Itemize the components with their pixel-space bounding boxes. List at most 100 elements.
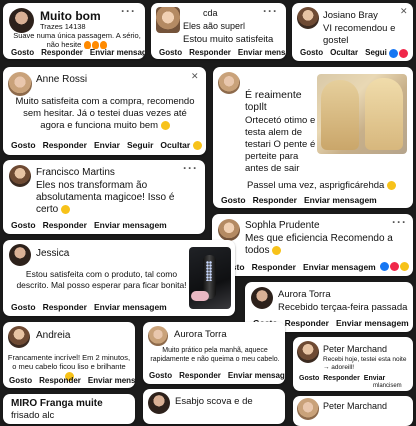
send-message-button[interactable]: Enviar mensagem [94, 220, 167, 230]
cool-emoji-icon [272, 245, 282, 255]
review-photo[interactable] [317, 74, 407, 154]
avatar[interactable] [9, 165, 31, 187]
smile-emoji-icon [386, 180, 396, 190]
like-button[interactable]: Gosto [159, 48, 182, 57]
reply-button[interactable]: Responder [43, 220, 87, 230]
reply-button[interactable]: Responder [323, 375, 360, 382]
avatar[interactable] [148, 392, 170, 414]
avatar[interactable] [218, 219, 240, 241]
comment-author[interactable]: Esabjo scova e de [175, 396, 253, 407]
send-message-button[interactable]: Enviar mensagem [88, 376, 135, 385]
reply-button[interactable]: Responder [39, 376, 81, 385]
reply-button[interactable]: Responder [252, 262, 296, 272]
comment-text: Passel uma vez, asprigficárehda [247, 180, 396, 191]
send-message-button[interactable]: Enviar mensagem [238, 48, 286, 57]
more-options-icon[interactable]: ··· [263, 4, 278, 18]
comment-author[interactable]: Sophla Prudente [245, 220, 320, 231]
more-options-icon[interactable]: ··· [392, 215, 407, 229]
reply-button[interactable]: Responder [43, 140, 87, 150]
send-message-label[interactable]: mlancisem [373, 383, 402, 389]
reply-button[interactable]: Responder [285, 318, 329, 328]
comment-card-aurora-torra-2: Aurora Torra Muito prático pela manhã, a… [143, 322, 285, 384]
comment-text: Ortecetó otimo e testa alem de testari O… [245, 115, 316, 174]
comment-card-peter-marchand: Peter Marchand Recebi hoje, testei esta … [293, 337, 413, 391]
comment-actions: Gosto Responder Enviar mensagem [11, 302, 167, 312]
reactions[interactable] [380, 262, 409, 271]
comment-actions: Gosto Responder Enviar mensagem [221, 195, 377, 205]
comment-actions: Gosto Ocultar Segui [300, 48, 387, 57]
more-options-icon[interactable]: ··· [121, 4, 136, 18]
avatar[interactable] [297, 398, 319, 420]
avatar[interactable] [9, 244, 31, 266]
more-options-icon[interactable]: ··· [183, 161, 198, 175]
comment-author[interactable]: Francisco Martins [36, 167, 115, 178]
comment-author[interactable]: Peter Marchand [323, 401, 387, 411]
hide-button[interactable]: Ocultar [330, 48, 358, 57]
comment-text: Estou satisfeita com o produto, tal como… [16, 269, 187, 290]
send-message-button[interactable]: Enviar mensagem [90, 48, 145, 57]
reply-button[interactable]: Responder [41, 48, 83, 57]
send-message-button[interactable]: Enviar mensagem [336, 318, 409, 328]
comment-author[interactable]: Peter Marchand [323, 344, 387, 354]
comment-text: Muito prático pela manhã, aquece rapidam… [150, 347, 280, 363]
comment-author[interactable]: Jessica [36, 248, 69, 259]
like-button[interactable]: Gosto [11, 140, 36, 150]
comment-author[interactable]: Andreia [36, 330, 70, 341]
product-photo[interactable] [189, 247, 231, 309]
avatar[interactable] [148, 326, 168, 346]
comment-card-josiano: Josiano Bray ✕ VI recomendou e gostel Go… [292, 3, 413, 61]
like-button[interactable]: Gosto [221, 195, 246, 205]
comment-author[interactable]: Anne Rossi [36, 74, 87, 85]
reply-button[interactable]: Responder [253, 195, 297, 205]
like-button[interactable]: Gosto [11, 302, 36, 312]
send-button[interactable]: Enviar [94, 140, 120, 150]
follow-button[interactable]: Segui [365, 48, 387, 57]
avatar[interactable] [297, 7, 319, 29]
hair-photo-half-left [321, 80, 359, 150]
send-message-button[interactable]: Enviar mensagem [94, 302, 167, 312]
close-icon[interactable]: ✕ [400, 6, 408, 17]
like-button[interactable]: Gosto [11, 220, 36, 230]
comment-text: É reaimente [245, 89, 302, 101]
comment-card-miro: MIRO Franga muite frisado alc [3, 394, 135, 424]
comment-author[interactable]: cda [203, 8, 218, 18]
send-message-button[interactable]: Enviar mensagem [304, 195, 377, 205]
comment-actions: Gosto Responder Enviar mensagem [149, 371, 285, 380]
reactions[interactable] [389, 49, 408, 58]
send-message-button[interactable]: Enviar mensagem [303, 262, 376, 272]
avatar[interactable] [156, 7, 180, 33]
like-button[interactable]: Gosto [149, 371, 172, 380]
comment-author[interactable]: Aurora Torra [278, 289, 331, 300]
comment-author[interactable]: Muito bom [40, 9, 101, 23]
avatar[interactable] [218, 72, 240, 94]
reply-button[interactable]: Responder [179, 371, 221, 380]
pink-handle [191, 291, 209, 301]
avatar[interactable] [251, 287, 273, 309]
like-button[interactable]: Gosto [11, 48, 34, 57]
like-button[interactable]: Gosto [300, 48, 323, 57]
comment-text: VI recomendou e gostel [323, 23, 396, 46]
comment-author[interactable]: Aurora Torra [174, 329, 227, 340]
comment-author[interactable]: Josiano Bray [323, 10, 378, 21]
laugh-reaction-icon [193, 141, 202, 150]
heart-reaction-icon [390, 262, 399, 271]
send-button[interactable]: Enviar [364, 375, 385, 382]
hide-button[interactable]: Ocultar [160, 140, 190, 150]
comment-card-peter-marchand-2: Peter Marchand [293, 396, 413, 426]
like-button[interactable]: Gosto [299, 375, 319, 382]
avatar[interactable] [297, 341, 319, 363]
comment-text: Eles aão superl [183, 21, 246, 31]
reactions[interactable] [193, 141, 202, 150]
follow-button[interactable]: Seguir [127, 140, 153, 150]
avatar[interactable] [8, 326, 30, 348]
reply-button[interactable]: Responder [43, 302, 87, 312]
comment-author[interactable]: MIRO Franga muite [11, 398, 103, 409]
reply-button[interactable]: Responder [189, 48, 231, 57]
comment-text: Recebi hoje, testei esta noite → adoreil… [323, 356, 407, 371]
comment-actions: Gosto Responder Enviar mensagem [220, 262, 376, 272]
like-button[interactable]: Gosto [9, 376, 32, 385]
avatar[interactable] [8, 72, 32, 96]
send-message-button[interactable]: Enviar mensagem [228, 371, 285, 380]
avatar[interactable] [9, 8, 34, 33]
close-icon[interactable]: ✕ [191, 71, 199, 82]
